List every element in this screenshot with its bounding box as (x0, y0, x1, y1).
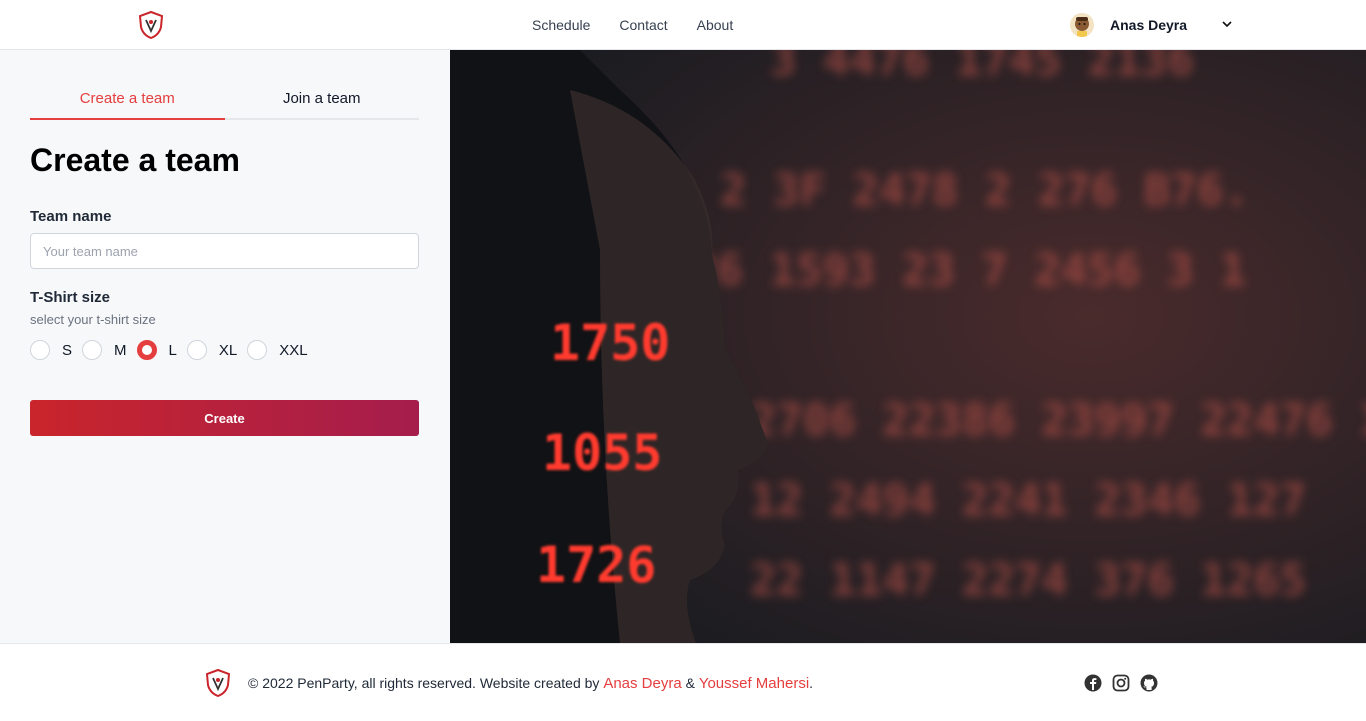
nav-about[interactable]: About (697, 17, 734, 33)
size-label-s: S (62, 341, 73, 359)
facebook-icon[interactable] (1084, 674, 1102, 692)
size-label-m: M (114, 341, 127, 359)
chevron-down-icon[interactable] (1220, 17, 1234, 31)
user-menu[interactable]: Anas Deyra (1070, 12, 1232, 38)
svg-text:2 3F 2478 2 276 B76.: 2 3F 2478 2 276 B76. (720, 165, 1250, 216)
size-label-xl: XL (218, 341, 238, 359)
hero-image: 2 3F 2478 2 276 B76. 26 1593 23 7 2456 3… (450, 50, 1366, 643)
copyright-text: © 2022 PenParty, all rights reserved. We… (248, 675, 813, 692)
size-option-xxl[interactable]: XXL (247, 340, 308, 360)
github-icon[interactable] (1140, 674, 1158, 692)
svg-text:3 4476 1745 2136: 3 4476 1745 2136 (770, 50, 1194, 86)
footer: © 2022 PenParty, all rights reserved. We… (0, 643, 1366, 721)
hero-number-2: 1055 (542, 424, 662, 482)
hero-illustration: 2 3F 2478 2 276 B76. 26 1593 23 7 2456 3… (450, 50, 1366, 643)
size-option-l[interactable]: L (136, 340, 177, 360)
team-name-input[interactable] (30, 233, 419, 269)
instagram-icon[interactable] (1112, 674, 1130, 692)
nav-schedule[interactable]: Schedule (532, 17, 590, 33)
top-navbar: Schedule Contact About Anas Deyra (0, 0, 1366, 50)
penparty-logo[interactable] (203, 668, 233, 698)
size-option-s[interactable]: S (30, 340, 72, 360)
author-link-anas[interactable]: Anas Deyra (603, 675, 681, 692)
avatar[interactable] (1070, 13, 1094, 37)
author-link-youssef[interactable]: Youssef Mahersi (699, 675, 809, 692)
main-nav: Schedule Contact About (532, 0, 733, 50)
tshirt-size-label: T-Shirt size (30, 289, 111, 306)
size-radio-xl[interactable] (186, 340, 207, 360)
size-option-xl[interactable]: XL (186, 340, 238, 360)
svg-text:12 2494 2241 2346 127: 12 2494 2241 2346 127 (750, 475, 1306, 526)
copyright-label: © 2022 PenParty, all rights reserved. We… (248, 675, 600, 691)
team-form-panel: Create a team Join a team Create a team … (0, 50, 450, 643)
penparty-logo[interactable] (136, 10, 166, 40)
size-label-xxl: XXL (279, 341, 308, 359)
svg-text:2706 22386 23997 22476 1780: 2706 22386 23997 22476 1780 (750, 395, 1366, 446)
social-links (1084, 674, 1158, 692)
size-radio-s[interactable] (30, 340, 50, 360)
svg-text:26 1593 23 7 2456 3 1: 26 1593 23 7 2456 3 1 (690, 245, 1246, 296)
page-title: Create a team (30, 142, 240, 178)
nav-contact[interactable]: Contact (619, 17, 667, 33)
size-radio-xxl[interactable] (247, 340, 268, 360)
tab-create-team[interactable]: Create a team (30, 80, 225, 120)
svg-text:22 1147 2274 376 1265: 22 1147 2274 376 1265 (750, 555, 1306, 606)
hero-number-3: 1726 (536, 536, 656, 594)
tab-join-team[interactable]: Join a team (225, 80, 420, 118)
team-name-label: Team name (30, 208, 112, 225)
user-name[interactable]: Anas Deyra (1110, 17, 1187, 33)
team-tabs: Create a team Join a team (30, 80, 419, 120)
tshirt-size-group: S M L XL XXL (30, 339, 318, 361)
hero-number-1: 1750 (550, 314, 670, 372)
period: . (809, 675, 814, 691)
size-radio-m[interactable] (82, 340, 103, 360)
create-button[interactable]: Create (30, 400, 419, 436)
size-radio-l[interactable] (136, 340, 157, 360)
size-option-m[interactable]: M (82, 340, 127, 360)
ampersand: & (685, 675, 695, 691)
tshirt-size-hint: select your t-shirt size (30, 312, 156, 327)
size-label-l: L (168, 341, 177, 359)
